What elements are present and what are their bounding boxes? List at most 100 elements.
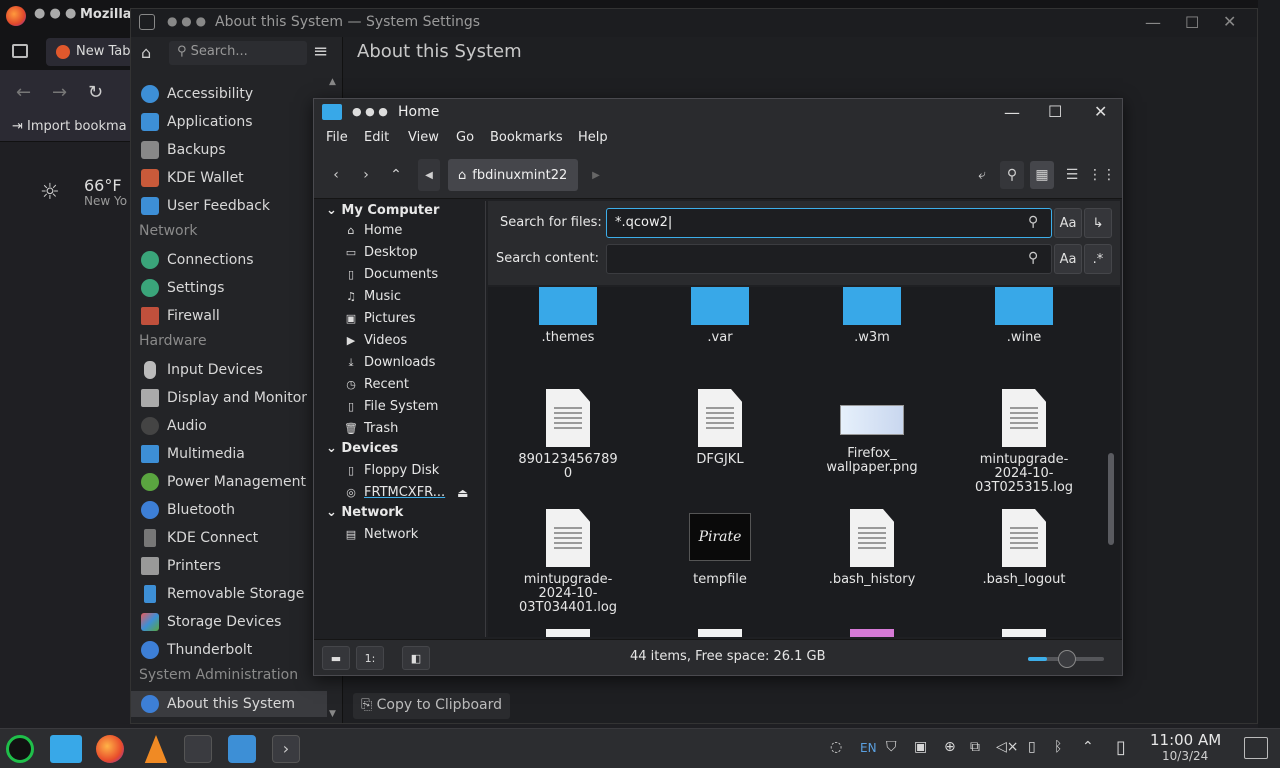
zoom-slider-handle[interactable] — [1058, 650, 1076, 668]
network-tray-icon[interactable]: ◌ — [830, 739, 842, 755]
places-item-recent[interactable]: ◷ Recent — [344, 377, 409, 392]
import-bookmarks-link[interactable]: ⇥ Import bookma — [12, 119, 127, 134]
firefox-task-icon[interactable] — [96, 735, 124, 763]
menu-bookmarks[interactable]: Bookmarks — [490, 130, 563, 145]
phone-tray-icon[interactable]: ▯ — [1116, 737, 1126, 758]
info-panel-icon[interactable]: ◧ — [402, 646, 430, 670]
volume-muted-icon[interactable]: ◁× — [996, 739, 1019, 755]
search-options-icon[interactable]: ↳ — [1084, 208, 1112, 238]
forward-icon[interactable]: → — [52, 82, 67, 103]
sidebar-item-power[interactable]: Power Management — [131, 469, 327, 495]
terminal-toggle-icon[interactable]: 1: — [356, 646, 384, 670]
text-file-icon[interactable] — [698, 629, 742, 637]
clock-date[interactable]: 10/3/24 — [1162, 749, 1208, 763]
dolphin-task-icon[interactable] — [50, 735, 82, 763]
places-devices[interactable]: ⌄ Devices — [326, 441, 398, 456]
sidebar-item-storage-devices[interactable]: Storage Devices — [131, 609, 327, 635]
file-item[interactable]: 8901234567890 — [508, 389, 628, 481]
hamburger-menu-icon[interactable]: ≡ — [313, 41, 328, 62]
places-toggle-icon[interactable]: ▬ — [322, 646, 350, 670]
back-icon[interactable]: ← — [16, 82, 31, 103]
window-dots-icon[interactable]: ● ● ● — [34, 6, 76, 21]
places-network[interactable]: ⌄ Network — [326, 505, 403, 520]
sidebar-item-firewall[interactable]: Firewall — [131, 303, 327, 329]
reload-icon[interactable]: ↻ — [88, 82, 103, 103]
file-item[interactable]: mintupgrade- 2024-10- 03T034401.log — [508, 509, 628, 615]
sidebar-item-display[interactable]: Display and Monitor — [131, 385, 327, 411]
menu-help[interactable]: Help — [578, 130, 608, 145]
minimize-icon[interactable]: — — [1145, 13, 1161, 32]
terminal-task-icon[interactable]: › — [272, 735, 300, 763]
tray-expand-icon[interactable]: ⌃ — [1082, 739, 1094, 755]
breadcrumb[interactable]: ⌂ fbdinuxmint22 — [448, 159, 578, 191]
tab-new-tab[interactable]: New Tab — [46, 38, 136, 66]
maximize-icon[interactable]: ☐ — [1185, 13, 1199, 32]
discover-task-icon[interactable] — [228, 735, 256, 763]
file-item[interactable]: .bash_history — [812, 509, 932, 587]
search-content-input[interactable] — [606, 244, 1052, 274]
search-icon[interactable]: ⚲ — [1028, 250, 1038, 266]
search-files-input[interactable]: *.qcow2| — [606, 208, 1052, 238]
up-icon[interactable]: ⌃ — [384, 163, 408, 187]
places-item-music[interactable]: ♫ Music — [344, 289, 401, 304]
places-item-floppy[interactable]: ▯ Floppy Disk — [344, 463, 439, 478]
file-item[interactable]: .var — [660, 287, 780, 345]
close-icon[interactable]: ✕ — [1223, 12, 1236, 31]
sidebar-item-user-feedback[interactable]: User Feedback — [131, 193, 327, 219]
sidebar-item-connections[interactable]: Connections — [131, 247, 327, 273]
scroll-up-icon[interactable]: ▲ — [329, 77, 336, 87]
app-launcher-icon[interactable] — [6, 735, 34, 763]
sidebar-item-backups[interactable]: Backups — [131, 137, 327, 163]
sidebar-item-audio[interactable]: Audio — [131, 413, 327, 439]
icons-view-icon[interactable]: ▦ — [1030, 161, 1054, 189]
show-desktop-icon[interactable] — [1244, 737, 1268, 759]
split-view-icon[interactable]: ⤶ — [970, 163, 994, 187]
settings-search-input[interactable]: ⚲ Search... — [169, 41, 307, 65]
close-icon[interactable]: ✕ — [1094, 102, 1107, 121]
sidebar-item-bluetooth[interactable]: Bluetooth — [131, 497, 327, 523]
minimize-icon[interactable]: — — [1004, 103, 1020, 122]
sidebar-item-thunderbolt[interactable]: Thunderbolt — [131, 637, 327, 663]
compact-view-icon[interactable]: ☰ — [1060, 163, 1084, 187]
clock-time[interactable]: 11:00 AM — [1150, 731, 1221, 749]
places-item-file-system[interactable]: ▯ File System — [344, 399, 438, 414]
tab-overview-icon[interactable] — [12, 44, 28, 58]
menu-edit[interactable]: Edit — [364, 130, 389, 145]
regex-button[interactable]: .* — [1084, 244, 1112, 274]
places-item-documents[interactable]: ▯ Documents — [344, 267, 438, 282]
eject-icon[interactable]: ⏏ — [457, 486, 468, 500]
file-item[interactable]: Firefox_ wallpaper.png — [812, 389, 932, 475]
file-item[interactable]: mintupgrade- 2024-10- 03T025315.log — [964, 389, 1084, 495]
back-icon[interactable]: ‹ — [324, 163, 348, 187]
places-item-desktop[interactable]: ▭ Desktop — [344, 245, 418, 260]
file-item[interactable]: .themes — [508, 287, 628, 345]
zoom-slider[interactable] — [1028, 650, 1104, 668]
scroll-down-icon[interactable]: ▼ — [329, 709, 336, 719]
case-sensitive-button[interactable]: Aa — [1054, 208, 1082, 238]
places-item-pictures[interactable]: ▣ Pictures — [344, 311, 416, 326]
vlc-task-icon[interactable] — [144, 735, 168, 763]
sidebar-item-kde-connect[interactable]: KDE Connect — [131, 525, 327, 551]
places-my-computer[interactable]: ⌄ My Computer — [326, 203, 439, 218]
updates-icon[interactable]: ⊕ — [944, 739, 956, 755]
copy-icon[interactable]: ⧉ — [970, 739, 980, 755]
sidebar-item-kde-wallet[interactable]: KDE Wallet — [131, 165, 327, 191]
file-item[interactable]: Pirate tempfile — [660, 509, 780, 587]
window-dots-icon[interactable]: ● ● ● — [167, 14, 206, 28]
scrollbar-thumb[interactable] — [1108, 453, 1114, 545]
search-icon[interactable]: ⚲ — [1028, 214, 1038, 230]
sidebar-item-multimedia[interactable]: Multimedia — [131, 441, 327, 467]
settings-task-icon[interactable] — [184, 735, 212, 763]
places-item-trash[interactable]: 🗑︎ Trash — [344, 421, 398, 436]
places-item-network[interactable]: ▤ Network — [344, 527, 418, 542]
file-item[interactable]: .wine — [964, 287, 1084, 345]
battery-icon[interactable]: ▯ — [1028, 739, 1036, 755]
maximize-icon[interactable]: ☐ — [1048, 102, 1062, 121]
sidebar-item-applications[interactable]: Applications — [131, 109, 327, 135]
shield-icon[interactable]: ⛉ — [886, 739, 897, 755]
file-item[interactable]: .bash_logout — [964, 509, 1084, 587]
window-dots-icon[interactable]: ● ● ● — [352, 105, 388, 118]
breadcrumb-left-icon[interactable]: ◀ — [418, 159, 440, 191]
sidebar-item-about[interactable]: About this System — [131, 691, 327, 717]
sidebar-item-printers[interactable]: Printers — [131, 553, 327, 579]
